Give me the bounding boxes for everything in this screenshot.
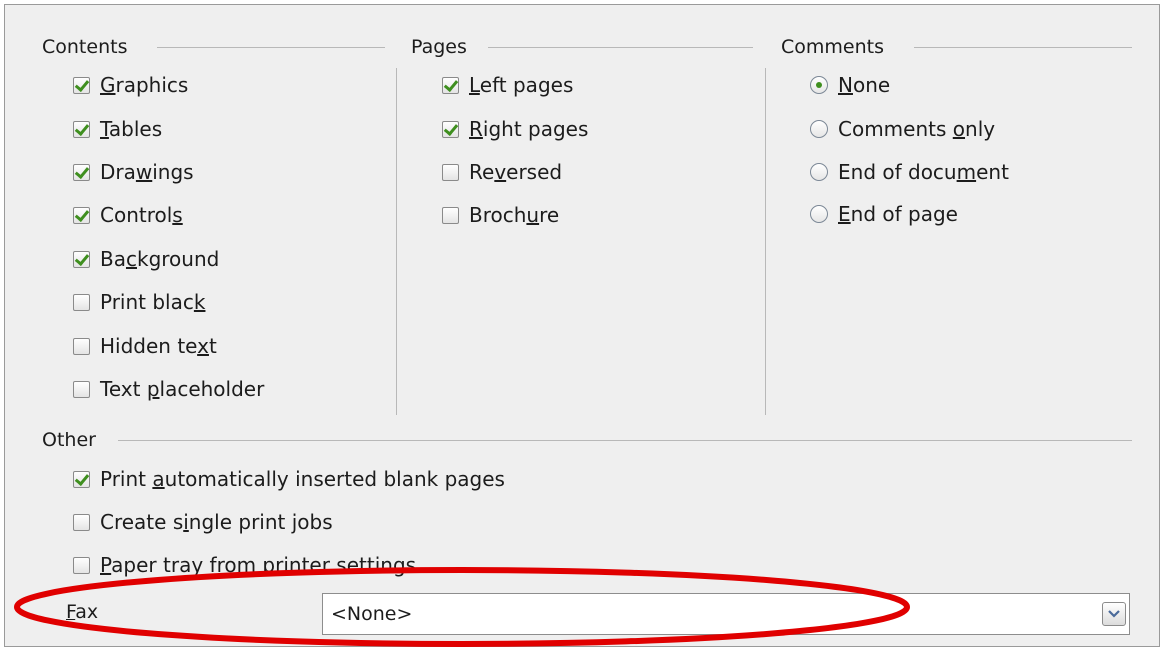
- hidden-text-checkbox[interactable]: Hidden text: [73, 333, 217, 359]
- checkbox-box[interactable]: [73, 250, 90, 268]
- print-blank-pages-checkbox[interactable]: Print automatically inserted blank pages: [73, 466, 505, 492]
- print-black-checkbox[interactable]: Print black: [73, 289, 205, 315]
- checkbox-box[interactable]: [73, 513, 90, 531]
- brochure-checkbox[interactable]: Brochure: [442, 202, 559, 228]
- checkbox-box[interactable]: [73, 380, 90, 398]
- checkbox-box[interactable]: [442, 206, 459, 224]
- checkbox-box[interactable]: [73, 163, 90, 181]
- radio-circle[interactable]: [810, 76, 828, 94]
- comments-end-of-document-radio[interactable]: End of document: [810, 159, 1009, 185]
- reversed-checkbox[interactable]: Reversed: [442, 159, 562, 185]
- column-divider: [396, 68, 397, 415]
- contents-rule: [157, 47, 385, 48]
- right-pages-checkbox[interactable]: Right pages: [442, 116, 588, 142]
- checkbox-box[interactable]: [442, 120, 459, 138]
- single-print-jobs-checkbox[interactable]: Create single print jobs: [73, 509, 333, 535]
- chevron-down-icon: [1108, 610, 1120, 618]
- comments-rule: [914, 47, 1132, 48]
- other-section-title: Other: [42, 429, 96, 451]
- checkbox-box[interactable]: [73, 337, 90, 355]
- fax-select[interactable]: <None>: [322, 593, 1130, 635]
- comments-only-radio[interactable]: Comments only: [810, 116, 995, 142]
- radio-circle[interactable]: [810, 205, 828, 223]
- left-pages-checkbox[interactable]: Left pages: [442, 72, 573, 98]
- comments-none-radio[interactable]: None: [810, 72, 890, 98]
- checkbox-box[interactable]: [73, 556, 90, 574]
- background-checkbox[interactable]: Background: [73, 246, 219, 272]
- other-rule: [118, 440, 1132, 441]
- drawings-checkbox[interactable]: Drawings: [73, 159, 194, 185]
- checkbox-box[interactable]: [73, 76, 90, 94]
- graphics-checkbox[interactable]: Graphics: [73, 72, 188, 98]
- fax-select-value: <None>: [331, 603, 413, 625]
- checkbox-box[interactable]: [73, 470, 90, 488]
- text-placeholder-checkbox[interactable]: Text placeholder: [73, 376, 264, 402]
- dropdown-button[interactable]: [1102, 602, 1126, 626]
- radio-circle[interactable]: [810, 163, 828, 181]
- checkbox-box[interactable]: [73, 206, 90, 224]
- pages-rule: [488, 47, 753, 48]
- comments-section-title: Comments: [781, 36, 884, 58]
- radio-circle[interactable]: [810, 120, 828, 138]
- checkbox-box[interactable]: [73, 120, 90, 138]
- pages-section-title: Pages: [411, 36, 467, 58]
- checkbox-box[interactable]: [442, 163, 459, 181]
- checkbox-box[interactable]: [73, 293, 90, 311]
- column-divider: [765, 68, 766, 415]
- paper-tray-checkbox[interactable]: Paper tray from printer settings: [73, 552, 416, 578]
- contents-section-title: Contents: [42, 36, 128, 58]
- controls-checkbox[interactable]: Controls: [73, 202, 183, 228]
- checkbox-box[interactable]: [442, 76, 459, 94]
- tables-checkbox[interactable]: Tables: [73, 116, 162, 142]
- fax-label: Fax: [66, 601, 99, 623]
- comments-end-of-page-radio[interactable]: End of page: [810, 201, 958, 227]
- print-options-panel: [4, 4, 1160, 647]
